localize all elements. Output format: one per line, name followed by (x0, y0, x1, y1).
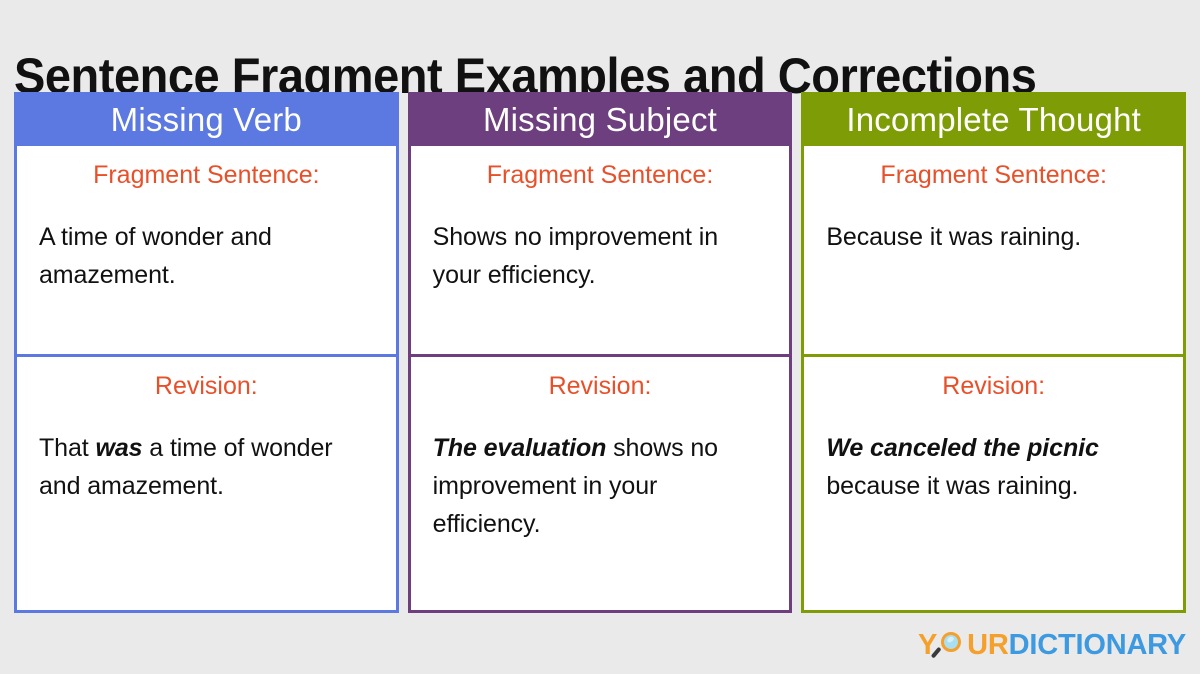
fragment-text: Shows no improvement in your efficiency. (432, 222, 719, 289)
fragment-label: Fragment Sentence: (93, 161, 320, 189)
column-body-incomplete-thought: Fragment Sentence: Because it was rainin… (801, 146, 1187, 613)
fragment-cell: Fragment Sentence: Shows no improvement … (410, 146, 790, 357)
column-incomplete-thought: Incomplete Thought Fragment Sentence: Be… (801, 92, 1187, 613)
revision-emphasis: We canceled the picnic (826, 433, 1099, 462)
fragment-label: Fragment Sentence: (486, 161, 714, 189)
revision-emphasis: was (95, 433, 143, 462)
fragment-text: A time of wonder and amazement. (39, 222, 272, 289)
column-body-missing-subject: Fragment Sentence: Shows no improvement … (407, 146, 793, 613)
revision-suffix: because it was raining. (826, 471, 1079, 500)
column-missing-subject: Missing Subject Fragment Sentence: Shows… (407, 92, 793, 613)
revision-cell: Revision: That was a time of wonder and … (17, 357, 396, 610)
comparison-table: Missing Verb Fragment Sentence: A time o… (14, 92, 1187, 613)
logo-dictionary: DICTIONARY (1008, 628, 1187, 661)
revision-emphasis: The evaluation (432, 433, 607, 462)
revision-prefix: That (39, 433, 96, 462)
column-missing-verb: Missing Verb Fragment Sentence: A time o… (14, 92, 399, 613)
column-body-missing-verb: Fragment Sentence: A time of wonder and … (14, 146, 399, 613)
revision-text: We canceled the picnic because it was ra… (826, 429, 1161, 505)
revision-text: That was a time of wonder and amazement. (39, 429, 374, 505)
logo-your-ur: UR (967, 628, 1009, 661)
revision-text: The evaluation shows no improvement in y… (433, 429, 768, 543)
column-header-label: Missing Verb (110, 100, 302, 138)
fragment-cell: Fragment Sentence: A time of wonder and … (17, 146, 396, 357)
column-header-label: Incomplete Thought (846, 100, 1142, 138)
logo-wordmark: Y UR DICTIONARY (918, 630, 1186, 660)
fragment-text: Because it was raining. (826, 222, 1082, 251)
column-header-missing-verb: Missing Verb (14, 92, 399, 146)
column-header-missing-subject: Missing Subject (407, 92, 793, 146)
column-header-incomplete-thought: Incomplete Thought (801, 92, 1187, 146)
yourdictionary-logo: Y UR DICTIONARY (918, 628, 1186, 662)
revision-cell: Revision: The evaluation shows no improv… (411, 357, 790, 610)
fragment-cell: Fragment Sentence: Because it was rainin… (804, 146, 1184, 357)
column-header-label: Missing Subject (482, 100, 718, 138)
fragment-label: Fragment Sentence: (880, 161, 1107, 189)
revision-cell: Revision: We canceled the picnic because… (804, 357, 1183, 610)
revision-label: Revision: (548, 372, 652, 400)
revision-label: Revision: (154, 372, 258, 400)
revision-label: Revision: (942, 372, 1046, 400)
magnifier-lens (941, 632, 962, 652)
infographic-root: Sentence Fragment Examples and Correctio… (0, 0, 1200, 674)
magnifying-glass-icon (930, 630, 966, 660)
